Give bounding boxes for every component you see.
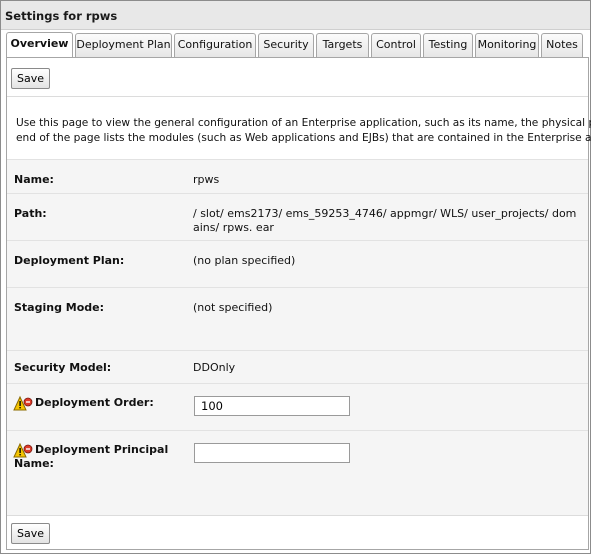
intro-line-1: Use this page to view the general config…	[16, 117, 591, 129]
path-label: Path:	[14, 207, 47, 220]
security-model-value: DDOnly	[193, 361, 236, 374]
tab-bar: Overview Deployment Plan Configuration S…	[6, 32, 589, 58]
tab-deployment-plan[interactable]: Deployment Plan	[75, 33, 172, 57]
tab-security[interactable]: Security	[258, 33, 314, 57]
settings-window: Settings for rpws Overview Deployment Pl…	[0, 0, 591, 554]
name-label: Name:	[14, 173, 54, 186]
save-button-bottom[interactable]: Save	[11, 523, 51, 544]
deployment-order-field[interactable]	[194, 396, 350, 416]
deployment-plan-row: Deployment Plan: (no plan specified)	[7, 240, 588, 287]
tab-monitoring[interactable]: Monitoring	[475, 33, 539, 57]
tab-notes[interactable]: Notes	[541, 33, 583, 57]
page-title: Settings for rpws	[5, 9, 118, 23]
tab-targets[interactable]: Targets	[316, 33, 369, 57]
title-bar: Settings for rpws	[1, 1, 590, 30]
warning-restart-icon	[13, 442, 33, 458]
intro-line-2: end of the page lists the modules (such …	[16, 132, 591, 144]
divider	[7, 515, 588, 516]
security-model-row: Security Model: DDOnly	[7, 350, 588, 383]
deployment-order-label: Deployment Order:	[35, 396, 154, 409]
tab-control[interactable]: Control	[371, 33, 421, 57]
name-value: rpws	[193, 173, 220, 186]
staging-mode-value: (not specified)	[193, 301, 273, 314]
deployment-plan-label: Deployment Plan:	[14, 254, 125, 267]
tab-overview[interactable]: Overview	[6, 32, 73, 58]
path-value: / slot/ ems2173/ ems_59253_4746/ appmgr/…	[193, 207, 577, 234]
warning-restart-icon	[13, 395, 33, 411]
deployment-principal-row: Deployment Principal Name:	[7, 430, 588, 515]
tab-configuration[interactable]: Configuration	[174, 33, 256, 57]
name-row: Name: rpws	[7, 159, 588, 193]
intro-text: Use this page to view the general config…	[16, 116, 591, 146]
deployment-plan-value: (no plan specified)	[193, 254, 296, 267]
tab-testing[interactable]: Testing	[423, 33, 473, 57]
deployment-principal-field[interactable]	[194, 443, 350, 463]
deployment-order-row: Deployment Order:	[7, 383, 588, 430]
security-model-label: Security Model:	[14, 361, 112, 374]
staging-mode-label: Staging Mode:	[14, 301, 105, 314]
staging-mode-row: Staging Mode: (not specified)	[7, 287, 588, 350]
deployment-principal-label: Deployment Principal	[35, 443, 169, 456]
overview-panel: Save Use this page to view the general c…	[6, 57, 591, 550]
deployment-principal-label-line2: Name:	[14, 457, 54, 470]
save-button-top[interactable]: Save	[11, 68, 51, 89]
path-row: Path: / slot/ ems2173/ ems_59253_4746/ a…	[7, 193, 588, 240]
divider	[7, 96, 588, 97]
